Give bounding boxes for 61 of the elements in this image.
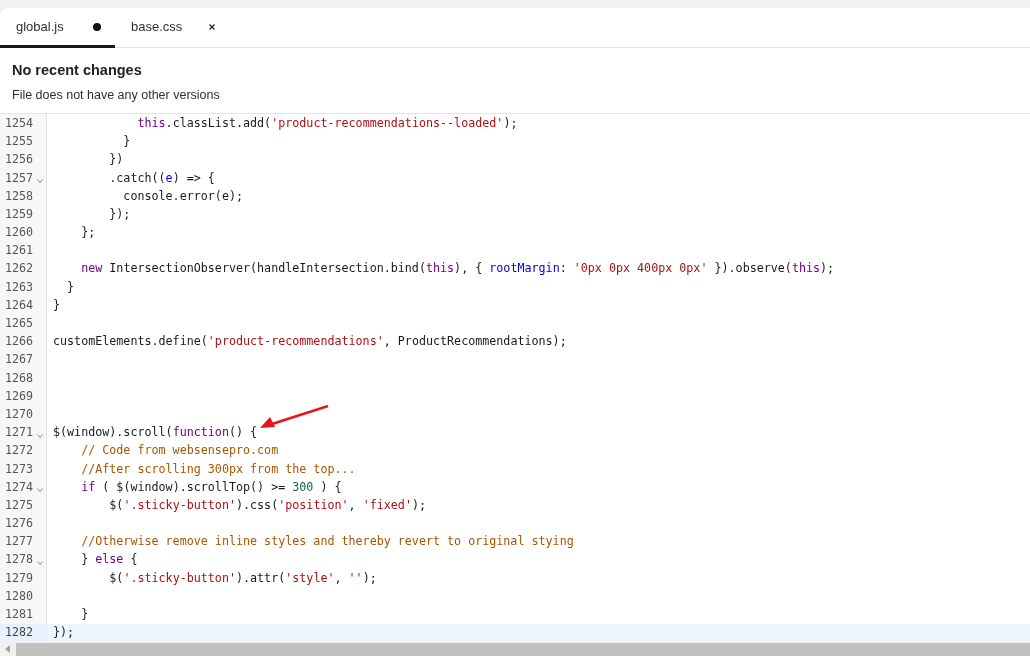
line-number: 1262 [5,260,34,278]
code-line: } [53,296,61,314]
code-line: //Otherwise remove inline styles and thereby revert to original stying [80,533,574,551]
line-number: 1255 [5,133,34,151]
fold-chevron-icon[interactable] [37,433,43,438]
scroll-left-icon[interactable] [5,645,11,654]
code-line: if ( $(window).scrollTop() >= 300 ) { [80,478,342,496]
code-line: } [122,133,131,151]
code-line: //After scrolling 300px from the top... [80,460,356,478]
line-number: 1280 [5,587,34,605]
line-number: 1275 [5,496,34,514]
file-tab[interactable]: base.css [115,8,230,49]
line-number: 1254 [5,114,34,132]
code-line: // Code from websensepro.com [80,442,279,460]
line-number: 1259 [5,205,34,223]
fold-chevron-icon[interactable] [37,179,43,184]
code-line: }); [53,624,75,642]
code-line: $('.sticky-button').css('position', 'fixed'); [108,496,426,514]
code-line: $(window).scroll(function() { [53,424,258,442]
fold-chevron-icon[interactable] [37,561,43,566]
history-subtitle: File does not have any other versions [12,86,221,104]
unsaved-dot-icon[interactable] [93,22,101,31]
code-line: } [66,278,75,296]
code-line: console.error(e); [122,187,243,205]
close-icon[interactable] [209,23,215,30]
line-number: 1257 [5,169,34,187]
code-line: }; [80,224,96,242]
line-number: 1274 [5,478,34,496]
code-line: } [80,606,89,623]
line-number: 1270 [5,405,34,423]
history-title: No recent changes [12,61,143,81]
line-number: 1258 [5,187,34,205]
line-number: 1276 [5,515,34,533]
code-line: new IntersectionObserver(handleIntersection.bind(this), { rootMargin: '0px 0px 400px 0px' }).observe(this); [80,260,835,278]
code-line: this.classList.add('product-recommendations--loaded'); [136,114,518,132]
line-number: 1265 [5,315,34,332]
code-line: } else { [80,551,138,569]
file-tab[interactable]: global.js [0,8,115,49]
line-number: 1272 [5,442,34,460]
line-number: 1264 [5,296,34,314]
line-number: 1261 [5,242,34,260]
line-number: 1277 [5,533,34,551]
code-line: $('.sticky-button').attr('style', ''); [108,569,377,587]
fold-chevron-icon[interactable] [37,488,43,493]
line-number: 1279 [5,569,34,587]
line-number: 1263 [5,278,34,296]
line-number: 1278 [5,551,34,569]
line-number: 1273 [5,460,34,478]
line-number: 1281 [5,606,34,623]
line-number: 1256 [5,151,34,169]
line-number: 1260 [5,224,34,242]
code-line: }) [108,151,124,169]
code-line: }); [108,205,131,223]
line-number: 1271 [5,424,34,442]
line-number: 1268 [5,369,34,387]
code-line: .catch((e) => { [108,169,215,187]
line-number: 1269 [5,387,34,405]
line-number: 1266 [5,333,34,351]
line-number: 1267 [5,351,34,369]
line-number: 1282 [5,624,34,642]
code-line: customElements.define('product-recommendations', ProductRecommendations); [53,333,567,351]
